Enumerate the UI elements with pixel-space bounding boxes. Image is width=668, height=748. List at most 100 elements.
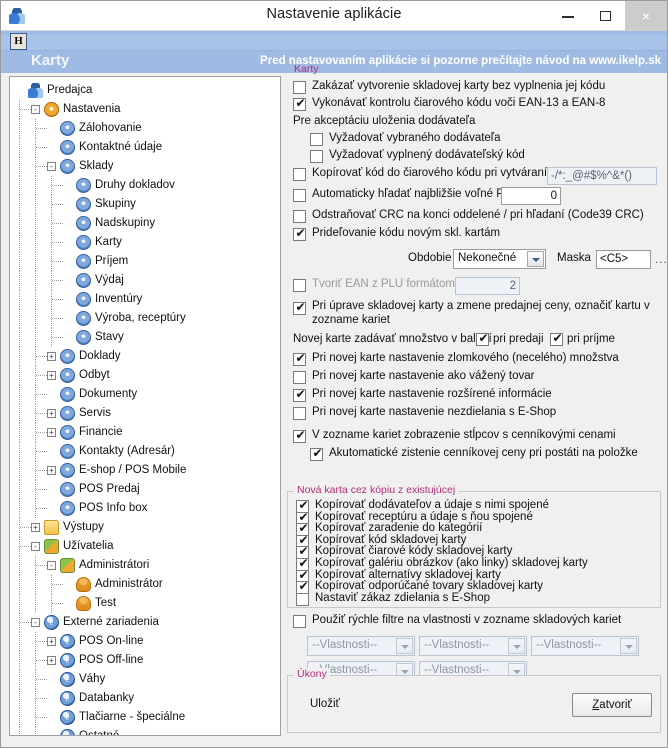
checkbox-ean-kontrola[interactable]: [293, 96, 307, 111]
select-obdobie[interactable]: Nekonečné: [453, 249, 546, 269]
checkbox-pri-predaji[interactable]: [476, 331, 490, 346]
tree-item[interactable]: + e POS On-line: [10, 632, 280, 651]
tree-item[interactable]: e Ostatné: [10, 727, 280, 736]
tree-item[interactable]: Príjem: [10, 252, 280, 271]
checkbox-vazeny-tovar[interactable]: [293, 371, 306, 384]
tree-item[interactable]: + Financie: [10, 423, 280, 442]
input-maska[interactable]: <C5>: [596, 250, 651, 269]
collapse-icon[interactable]: -: [31, 542, 40, 551]
people-icon: [44, 539, 59, 554]
checkbox-kopirovat-kod-do-ciaroveho[interactable]: [293, 168, 306, 181]
checkbox-vyzadovat-vybraneho-dodavatela[interactable]: [310, 133, 323, 146]
tree-item[interactable]: Zálohovanie: [10, 119, 280, 138]
checkbox-pri-uprave-oznacit[interactable]: [293, 300, 307, 315]
select-vlastnosti-1[interactable]: --Vlastnosti--: [307, 636, 415, 656]
checkbox-pri-prijme[interactable]: [550, 331, 564, 346]
select-vlastnosti-2[interactable]: --Vlastnosti--: [419, 636, 527, 656]
tree-item[interactable]: e Váhy: [10, 670, 280, 689]
checkbox-vyzadovat-dodavatelsky-kod[interactable]: [310, 150, 323, 163]
close-button[interactable]: ×: [625, 1, 667, 31]
tree-item[interactable]: - Administrátori: [10, 556, 280, 575]
checkbox-odstranovat-crc[interactable]: [293, 210, 306, 223]
tree-item[interactable]: Kontaktné údaje: [10, 138, 280, 157]
tree-item[interactable]: Predajca: [10, 81, 280, 100]
checkbox-zlomkove-mnozstvo[interactable]: [293, 351, 307, 366]
collapse-icon[interactable]: -: [31, 618, 40, 627]
maximize-button[interactable]: [587, 1, 625, 31]
expand-icon[interactable]: +: [47, 409, 56, 418]
tree-item[interactable]: e Databanky: [10, 689, 280, 708]
checkbox-tvorit-ean-z-plu[interactable]: [293, 279, 306, 292]
checkbox-zakazat-vytvorenie[interactable]: [293, 81, 306, 94]
settings-pane: Karty Zakázať vytvorenie skladovej karty…: [287, 63, 667, 736]
gear-blue-icon: [60, 349, 75, 364]
tree-item[interactable]: POS Predaj: [10, 480, 280, 499]
tree-item[interactable]: Kontakty (Adresár): [10, 442, 280, 461]
tree-item[interactable]: + E-shop / POS Mobile: [10, 461, 280, 480]
tree-item[interactable]: Nadskupiny: [10, 214, 280, 233]
tree-item-label: Ostatné: [79, 730, 120, 736]
tree-item[interactable]: - e Externé zariadenia: [10, 613, 280, 632]
tree-item[interactable]: Druhy dokladov: [10, 176, 280, 195]
tree-guide-line: [35, 271, 36, 290]
checkbox-nezdielania-eshop[interactable]: [293, 407, 306, 420]
expand-icon[interactable]: +: [47, 428, 56, 437]
minimize-button[interactable]: [549, 1, 587, 31]
expand-icon[interactable]: +: [47, 637, 56, 646]
expand-icon[interactable]: +: [47, 352, 56, 361]
checkbox-zobrazenie-stlpcov-cennikovych[interactable]: [293, 428, 307, 443]
input-plu-value[interactable]: 0: [501, 187, 561, 205]
label-pri-uprave-oznacit: Pri úprave skladovej karty a zmene preda…: [312, 300, 650, 312]
tree-item[interactable]: + Servis: [10, 404, 280, 423]
collapse-icon[interactable]: -: [47, 162, 56, 171]
hide-tree-button[interactable]: H: [10, 33, 27, 50]
expand-icon[interactable]: +: [47, 371, 56, 380]
tree-guide-line: [19, 727, 20, 735]
checkbox-rozsirene-informacie[interactable]: [293, 387, 307, 402]
collapse-icon[interactable]: -: [47, 561, 56, 570]
collapse-icon[interactable]: -: [31, 105, 40, 114]
tree-item[interactable]: Inventúry: [10, 290, 280, 309]
tree-item-label: Predajca: [47, 84, 93, 96]
tree-item[interactable]: Stavy: [10, 328, 280, 347]
gear-blue-icon: [76, 197, 91, 212]
tree-item[interactable]: POS Info box: [10, 499, 280, 518]
checkbox-automaticky-hladat-plu[interactable]: [293, 189, 306, 202]
tree-guide-line: [19, 632, 20, 651]
settings-tree[interactable]: Predajca - Nastavenia Zálohovanie Kontaktné …: [9, 76, 281, 736]
tree-item[interactable]: e Tlačiarne - špeciálne: [10, 708, 280, 727]
tree-item[interactable]: + e POS Off-line: [10, 651, 280, 670]
tree-item[interactable]: Skupiny: [10, 195, 280, 214]
select-vlastnosti-3[interactable]: --Vlastnosti--: [531, 636, 639, 656]
ulozit-action[interactable]: Uložiť: [310, 698, 340, 710]
tree-item[interactable]: Test: [10, 594, 280, 613]
checkbox-kopia-option-8[interactable]: [296, 592, 309, 606]
label-vazeny-tovar: Pri novej karte nastavenie ako vážený to…: [312, 370, 535, 382]
maska-more-button[interactable]: ...: [655, 254, 668, 266]
expand-icon[interactable]: +: [31, 523, 40, 532]
tree-item[interactable]: - Sklady: [10, 157, 280, 176]
zatvorit-button[interactable]: Zatvoriť: [572, 693, 652, 717]
input-ean-format[interactable]: 2: [455, 277, 520, 295]
tree-item[interactable]: Administrátor: [10, 575, 280, 594]
checkbox-automaticke-zistenie-ceny[interactable]: [310, 446, 324, 461]
label-vyzadovat-dodavatelsky-kod: Vyžadovať vyplnený dodávateľský kód: [329, 149, 525, 161]
tree-item[interactable]: + Odbyt: [10, 366, 280, 385]
tree-item[interactable]: Dokumenty: [10, 385, 280, 404]
tree-item[interactable]: + Výstupy: [10, 518, 280, 537]
tree-guide-line: [19, 594, 20, 613]
expand-icon[interactable]: +: [47, 656, 56, 665]
tree-item[interactable]: + Doklady: [10, 347, 280, 366]
tree-item-label: Administrátor: [95, 578, 163, 590]
checkbox-pridelovanie-kodu[interactable]: [293, 226, 307, 241]
tree-item[interactable]: Výdaj: [10, 271, 280, 290]
tree-item[interactable]: - Nastavenia: [10, 100, 280, 119]
checkbox-pouzit-rychle-filtre[interactable]: [293, 615, 306, 628]
expand-icon[interactable]: +: [47, 466, 56, 475]
label-rozsirene-informacie: Pri novej karte nastavenie rozšírené inf…: [312, 388, 552, 400]
input-kopirovat-kod-znaky[interactable]: -/*:_@#$%^&*(): [547, 167, 657, 185]
tree-item[interactable]: - Užívatelia: [10, 537, 280, 556]
tree-guide-line: [19, 233, 20, 252]
tree-item[interactable]: Karty: [10, 233, 280, 252]
tree-item[interactable]: Výroba, receptúry: [10, 309, 280, 328]
